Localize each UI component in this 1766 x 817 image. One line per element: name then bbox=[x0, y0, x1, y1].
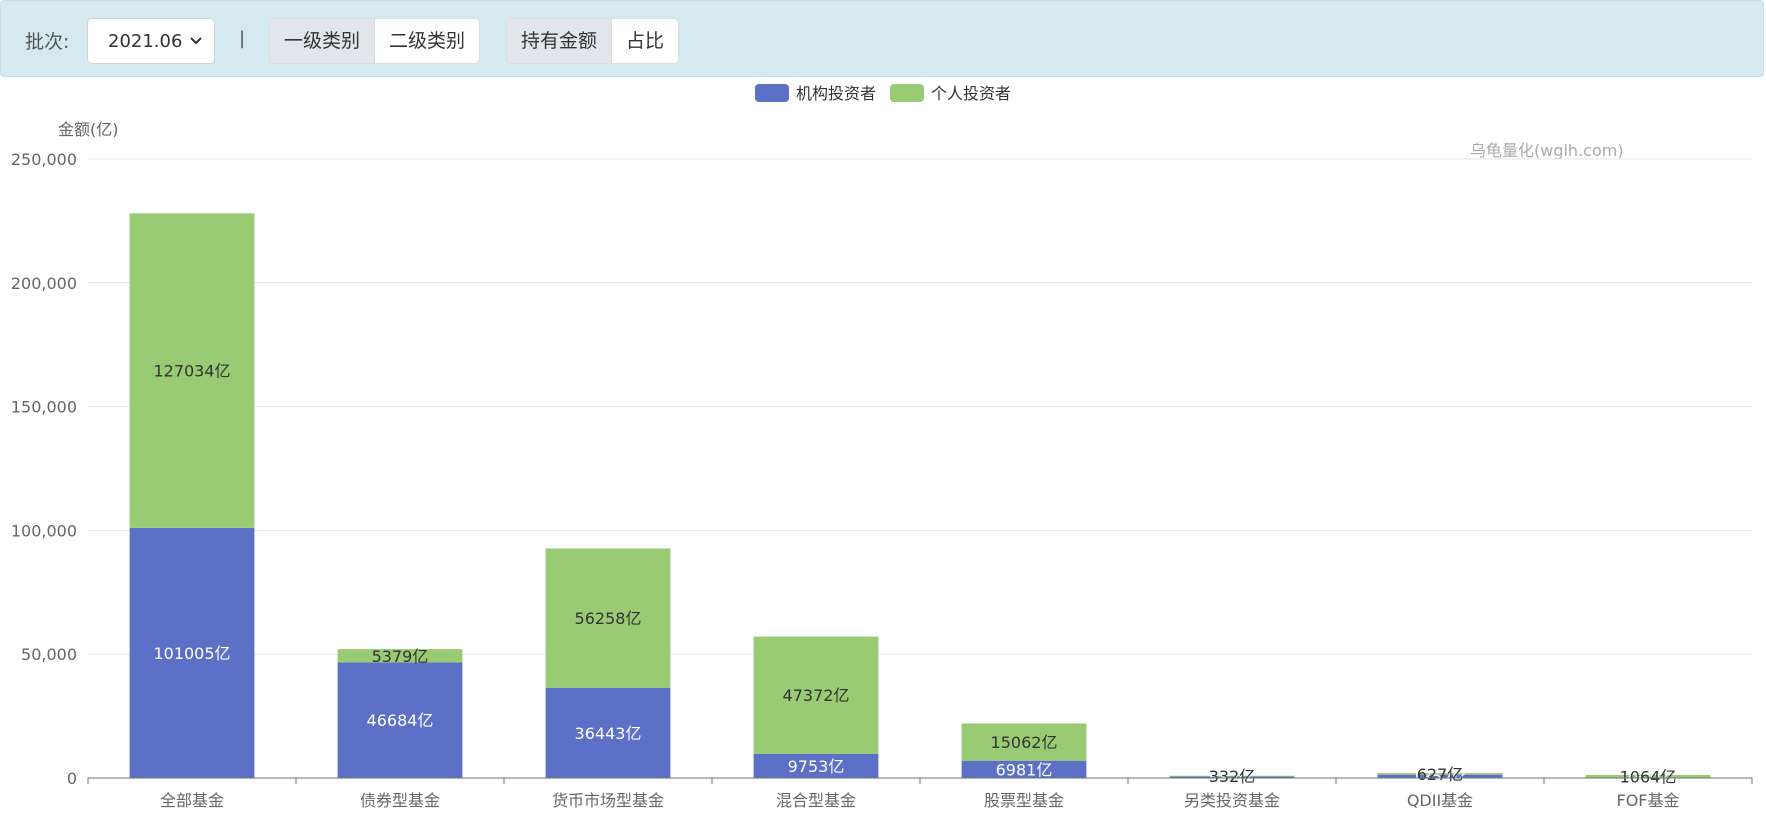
y-tick-label: 200,000 bbox=[11, 274, 77, 293]
bar-value-label: 332亿 bbox=[1209, 767, 1256, 786]
legend: 机构投资者 个人投资者 bbox=[755, 84, 1011, 103]
legend-label-individual: 个人投资者 bbox=[931, 84, 1011, 103]
x-tick-label: 全部基金 bbox=[160, 791, 224, 810]
y-tick-label: 0 bbox=[67, 769, 77, 788]
watermark: 乌龟量化(wglh.com) bbox=[1470, 141, 1624, 160]
x-tick-label: 货币市场型基金 bbox=[552, 791, 664, 810]
bar-value-label: 47372亿 bbox=[783, 686, 850, 705]
legend-swatch-individual[interactable] bbox=[890, 84, 924, 102]
y-axis-title: 金额(亿) bbox=[58, 120, 119, 139]
legend-swatch-institutional[interactable] bbox=[755, 84, 789, 102]
bar-value-label: 127034亿 bbox=[153, 362, 230, 381]
x-tick-label: FOF基金 bbox=[1616, 791, 1679, 810]
y-axis-ticks: 0 50,000 100,000 150,000 200,000 250,000 bbox=[11, 150, 77, 788]
bar-value-label: 46684亿 bbox=[367, 711, 434, 730]
x-tick-label: 股票型基金 bbox=[984, 791, 1064, 810]
y-tick-label: 100,000 bbox=[11, 521, 77, 540]
bar-value-label: 101005亿 bbox=[153, 644, 230, 663]
legend-label-institutional: 机构投资者 bbox=[796, 84, 876, 103]
y-tick-label: 250,000 bbox=[11, 150, 77, 169]
y-tick-label: 50,000 bbox=[21, 645, 77, 664]
bar-value-label: 9753亿 bbox=[788, 757, 845, 776]
bar-value-label: 627亿 bbox=[1417, 765, 1464, 784]
x-tick-label: 另类投资基金 bbox=[1184, 791, 1280, 810]
x-tick-label: 混合型基金 bbox=[776, 791, 856, 810]
bar-value-label: 6981亿 bbox=[996, 760, 1053, 779]
y-tick-label: 150,000 bbox=[11, 398, 77, 417]
grid-lines bbox=[88, 158, 1752, 655]
x-tick-label: QDII基金 bbox=[1407, 791, 1473, 810]
bar-labels: 101005亿 127034亿 46684亿 5379亿 36443亿 56258亿 975… bbox=[153, 362, 1676, 788]
x-tick-label: 债券型基金 bbox=[360, 791, 440, 810]
bars bbox=[129, 213, 1711, 779]
bar-value-label: 5379亿 bbox=[372, 647, 429, 666]
bar-value-label: 56258亿 bbox=[575, 609, 642, 628]
stacked-bar-chart: 机构投资者 个人投资者 金额(亿) 乌龟量化(wglh.com) 0 50,000… bbox=[11, 84, 1753, 810]
bar-value-label: 1064亿 bbox=[1620, 767, 1677, 786]
x-axis: 全部基金 债券型基金 货币市场型基金 混合型基金 股票型基金 另类投资基金 QDII基金 FO… bbox=[87, 777, 1753, 810]
bar-value-label: 36443亿 bbox=[575, 724, 642, 743]
bar-value-label: 15062亿 bbox=[991, 733, 1058, 752]
